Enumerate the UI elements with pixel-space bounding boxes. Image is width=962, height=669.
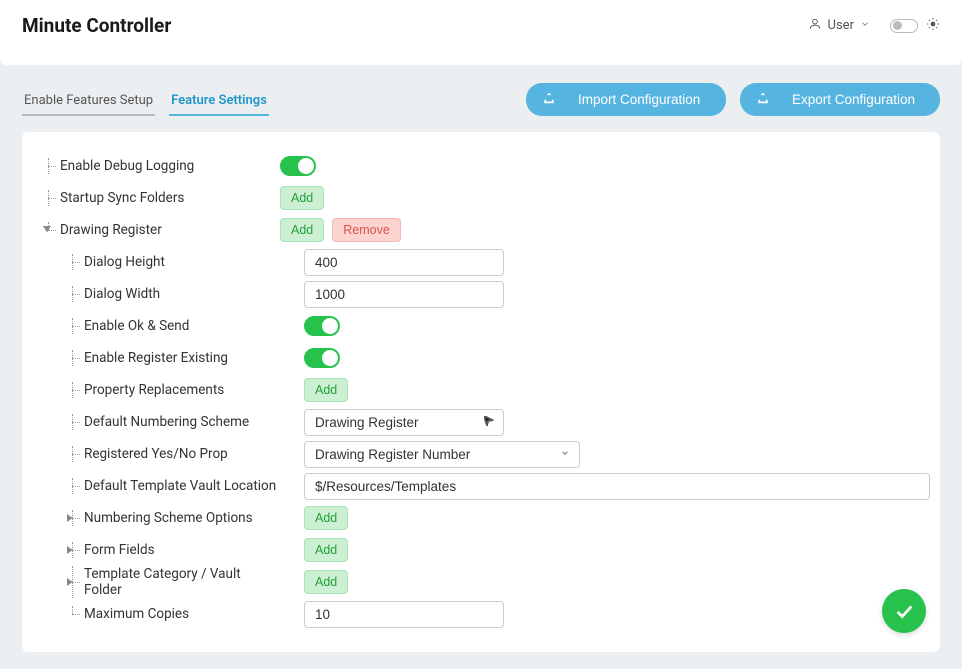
add-drawing-register-button[interactable]: Add bbox=[280, 218, 324, 242]
toggle-enable-ok-send[interactable] bbox=[304, 316, 340, 336]
expand-caret-icon[interactable] bbox=[67, 510, 75, 526]
user-icon bbox=[808, 17, 822, 35]
toggle-enable-register-existing[interactable] bbox=[304, 348, 340, 368]
label-maximum-copies: Maximum Copies bbox=[84, 606, 189, 622]
label-default-template-vault-location: Default Template Vault Location bbox=[84, 478, 276, 494]
label-property-replacements: Property Replacements bbox=[84, 382, 224, 398]
label-template-category-vault-folder: Template Category / Vault Folder bbox=[84, 566, 280, 598]
tabs: Enable Features Setup Feature Settings bbox=[22, 93, 269, 116]
input-dialog-width[interactable] bbox=[304, 281, 504, 308]
user-menu[interactable]: User bbox=[808, 17, 870, 35]
chevron-down-icon bbox=[860, 18, 870, 33]
import-configuration-button[interactable]: Import Configuration bbox=[526, 83, 726, 116]
confirm-fab[interactable] bbox=[882, 589, 926, 633]
tab-enable-features-setup[interactable]: Enable Features Setup bbox=[22, 93, 155, 116]
row-startup-sync-folders: Startup Sync Folders Add bbox=[44, 182, 918, 214]
label-enable-register-existing: Enable Register Existing bbox=[84, 350, 228, 366]
row-enable-ok-send: Enable Ok & Send bbox=[44, 310, 918, 342]
row-maximum-copies: Maximum Copies bbox=[44, 598, 918, 630]
user-label: User bbox=[828, 18, 854, 33]
label-default-numbering-scheme: Default Numbering Scheme bbox=[84, 414, 249, 430]
row-dialog-width: Dialog Width bbox=[44, 278, 918, 310]
label-enable-ok-send: Enable Ok & Send bbox=[84, 318, 189, 334]
settings-tree: Enable Debug Logging Startup Sync Folder… bbox=[44, 150, 918, 630]
action-buttons: Import Configuration Export Configuratio… bbox=[526, 83, 940, 116]
label-form-fields: Form Fields bbox=[84, 542, 155, 558]
row-form-fields: Form Fields Add bbox=[44, 534, 918, 566]
add-startup-sync-folders-button[interactable]: Add bbox=[280, 186, 324, 210]
label-drawing-register: Drawing Register bbox=[60, 222, 162, 238]
add-property-replacements-button[interactable]: Add bbox=[304, 378, 348, 402]
row-property-replacements: Property Replacements Add bbox=[44, 374, 918, 406]
add-numbering-scheme-options-button[interactable]: Add bbox=[304, 506, 348, 530]
header-right: User bbox=[808, 17, 940, 35]
label-startup-sync-folders: Startup Sync Folders bbox=[60, 190, 184, 206]
controls-row: Enable Features Setup Feature Settings I… bbox=[0, 65, 962, 116]
remove-drawing-register-button[interactable]: Remove bbox=[332, 218, 401, 242]
add-form-fields-button[interactable]: Add bbox=[304, 538, 348, 562]
input-dialog-height[interactable] bbox=[304, 249, 504, 276]
app-header: Minute Controller User bbox=[0, 0, 962, 65]
expand-caret-icon[interactable] bbox=[43, 222, 51, 238]
expand-caret-icon[interactable] bbox=[67, 542, 75, 558]
export-configuration-button[interactable]: Export Configuration bbox=[740, 83, 940, 116]
check-icon bbox=[893, 600, 915, 622]
export-label: Export Configuration bbox=[792, 92, 915, 107]
row-numbering-scheme-options: Numbering Scheme Options Add bbox=[44, 502, 918, 534]
label-dialog-height: Dialog Height bbox=[84, 254, 165, 270]
upload-icon bbox=[756, 91, 770, 108]
add-template-category-vault-folder-button[interactable]: Add bbox=[304, 570, 348, 594]
app-title: Minute Controller bbox=[22, 14, 171, 37]
label-registered-yes-no-prop: Registered Yes/No Prop bbox=[84, 446, 228, 462]
sun-icon bbox=[926, 17, 940, 35]
row-default-numbering-scheme: Default Numbering Scheme bbox=[44, 406, 918, 438]
row-registered-yes-no-prop: Registered Yes/No Prop bbox=[44, 438, 918, 470]
label-dialog-width: Dialog Width bbox=[84, 286, 160, 302]
label-numbering-scheme-options: Numbering Scheme Options bbox=[84, 510, 253, 526]
toggle-enable-debug-logging[interactable] bbox=[280, 156, 316, 176]
import-label: Import Configuration bbox=[578, 92, 700, 107]
row-template-category-vault-folder: Template Category / Vault Folder Add bbox=[44, 566, 918, 598]
upload-icon bbox=[542, 91, 556, 108]
settings-panel: Enable Debug Logging Startup Sync Folder… bbox=[22, 132, 940, 652]
row-default-template-vault-location: Default Template Vault Location bbox=[44, 470, 918, 502]
theme-toggle-group bbox=[890, 17, 940, 35]
select-registered-yes-no-prop[interactable] bbox=[304, 441, 580, 468]
input-maximum-copies[interactable] bbox=[304, 601, 504, 628]
row-enable-debug-logging: Enable Debug Logging bbox=[44, 150, 918, 182]
input-default-template-vault-location[interactable] bbox=[304, 473, 930, 500]
label-enable-debug-logging: Enable Debug Logging bbox=[60, 158, 194, 174]
tab-feature-settings[interactable]: Feature Settings bbox=[169, 93, 269, 116]
row-dialog-height: Dialog Height bbox=[44, 246, 918, 278]
theme-toggle[interactable] bbox=[890, 19, 918, 33]
select-default-numbering-scheme[interactable] bbox=[304, 409, 504, 436]
expand-caret-icon[interactable] bbox=[67, 574, 75, 590]
row-enable-register-existing: Enable Register Existing bbox=[44, 342, 918, 374]
row-drawing-register: Drawing Register Add Remove bbox=[44, 214, 918, 246]
